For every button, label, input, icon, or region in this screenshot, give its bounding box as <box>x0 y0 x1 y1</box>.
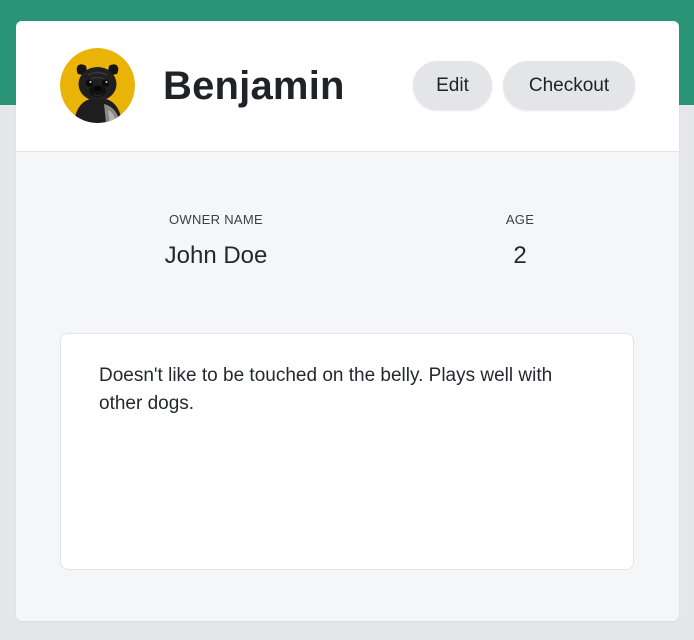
age-value: 2 <box>513 242 527 269</box>
age-label: AGE <box>505 212 535 227</box>
checkout-button[interactable]: Checkout <box>503 61 635 110</box>
owner-name-label: OWNER NAME <box>169 212 263 227</box>
notes-panel: Doesn't like to be touched on the belly.… <box>60 333 634 570</box>
owner-info: OWNER NAME John Doe <box>116 211 316 271</box>
notes-text: Doesn't like to be touched on the belly.… <box>99 365 553 414</box>
pet-name: Benjamin <box>163 64 345 108</box>
profile-header: Benjamin Edit Checkout <box>16 21 679 152</box>
age-info: AGE 2 <box>420 211 620 271</box>
edit-button[interactable]: Edit <box>413 61 492 110</box>
pug-avatar-icon <box>60 48 135 123</box>
pet-avatar <box>60 48 135 123</box>
pet-profile-card: Benjamin Edit Checkout OWNER NAME John D… <box>16 21 679 621</box>
owner-name-value: John Doe <box>164 242 268 269</box>
